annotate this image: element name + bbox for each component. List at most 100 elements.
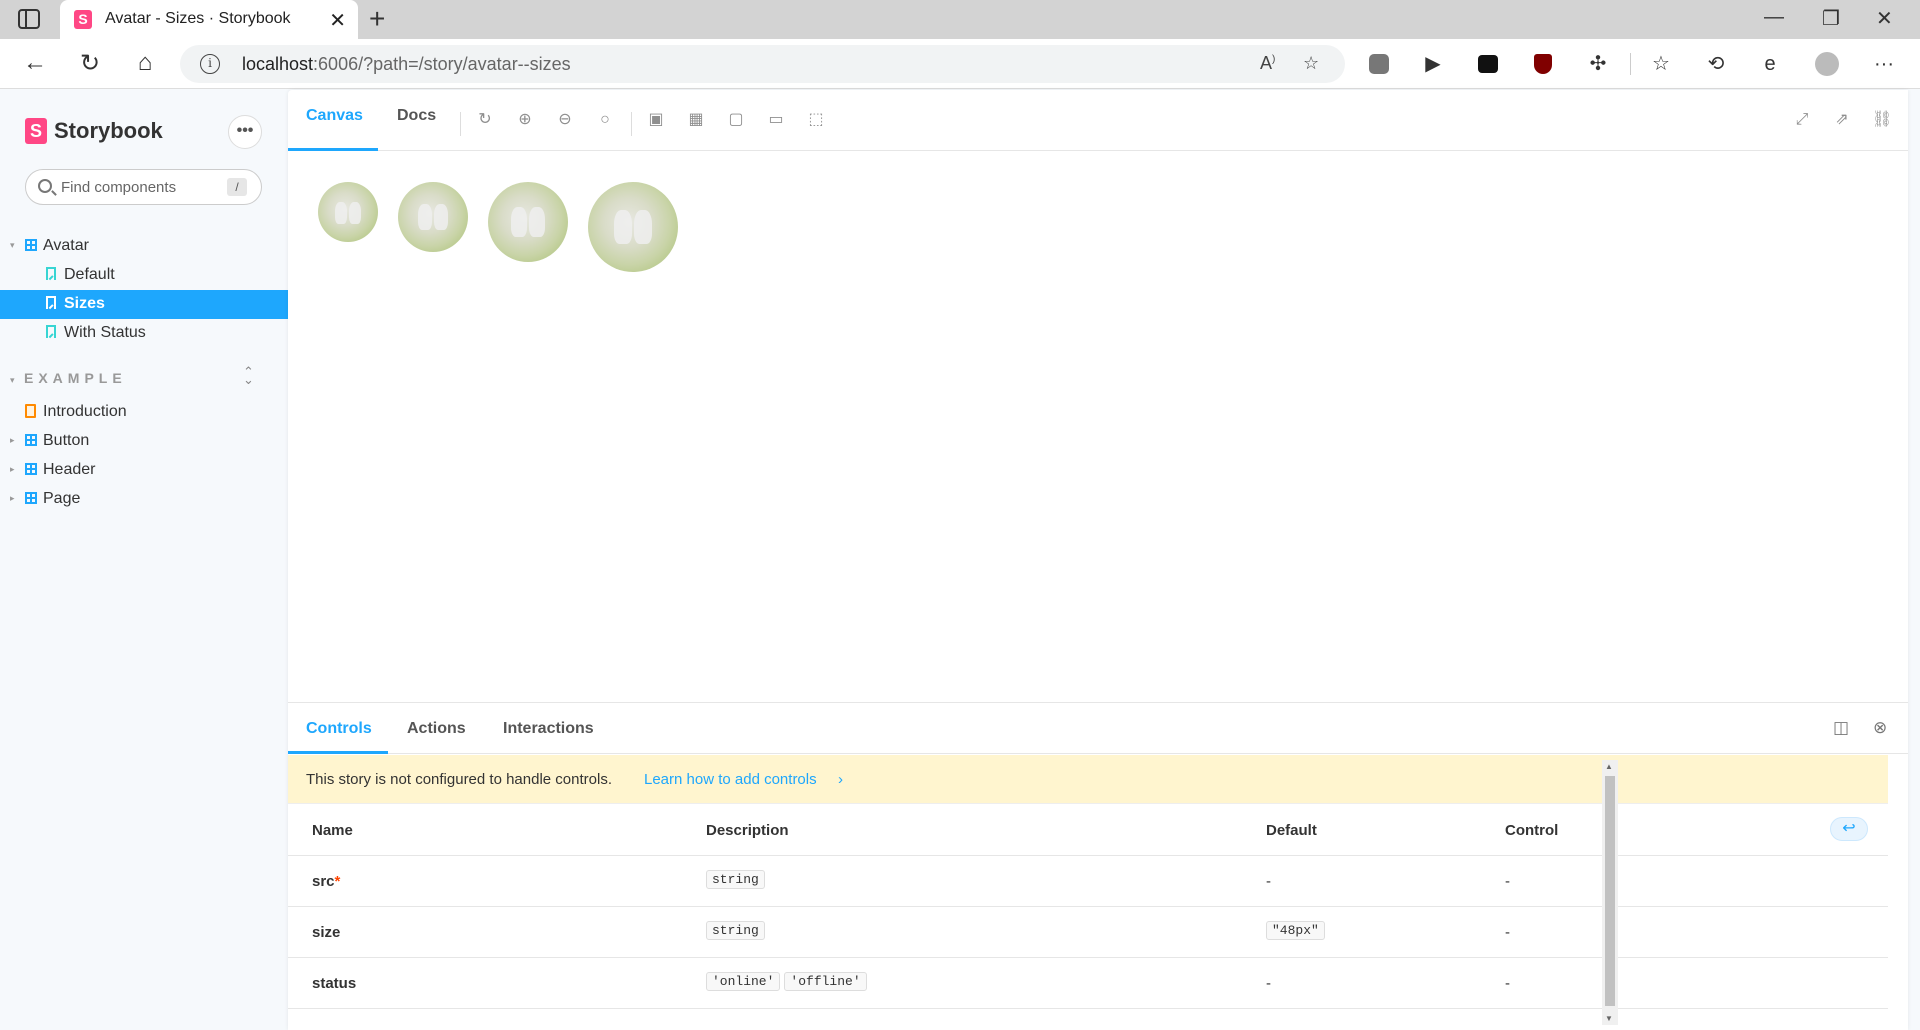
- internet-explorer-mode-icon[interactable]: e: [1757, 51, 1783, 77]
- reset-controls-button[interactable]: ↩: [1830, 817, 1868, 841]
- sidebar-item-header[interactable]: ▸ Header: [0, 456, 288, 485]
- collapsed-caret-icon: ▸: [10, 464, 15, 474]
- remount-icon[interactable]: ↻: [475, 110, 495, 130]
- extensions-puzzle-icon[interactable]: ✣: [1585, 51, 1611, 77]
- toolbar-divider: [1630, 53, 1631, 75]
- arg-default: -: [1266, 975, 1271, 992]
- tab-interactions[interactable]: Interactions: [503, 720, 594, 738]
- arg-name: status: [312, 975, 357, 992]
- browser-addressbar: ← ↻ ⌂ i localhost:6006/?path=/story/avat…: [0, 39, 1920, 89]
- sidebar-item-button[interactable]: ▸ Button: [0, 427, 288, 456]
- addons-tabbar: Controls Actions Interactions ◫ ⊗: [288, 703, 1908, 754]
- close-window-button[interactable]: ✕: [1876, 6, 1893, 31]
- more-menu-icon[interactable]: ···: [1871, 51, 1897, 77]
- search-placeholder: Find components: [61, 179, 177, 196]
- minimize-button[interactable]: —: [1764, 6, 1784, 29]
- tab-canvas[interactable]: Canvas: [306, 107, 363, 125]
- background-icon[interactable]: ▣: [646, 110, 666, 130]
- sidebar-item-avatar[interactable]: ▾ Avatar: [0, 232, 288, 261]
- zoom-out-icon[interactable]: ⊖: [555, 110, 575, 130]
- sidebar-item-label: Introduction: [43, 403, 127, 420]
- arg-default: -: [1266, 873, 1271, 890]
- grid-icon[interactable]: ▦: [686, 110, 706, 130]
- scroll-down-icon[interactable]: ▼: [1605, 1014, 1613, 1023]
- restore-button[interactable]: ❐: [1822, 6, 1840, 31]
- read-aloud-icon[interactable]: A): [1260, 53, 1275, 74]
- tab-actions[interactable]: Actions: [407, 720, 466, 738]
- storybook-brand[interactable]: Storybook: [54, 118, 163, 144]
- addons-panel: Controls Actions Interactions ◫ ⊗ This s…: [288, 702, 1908, 1030]
- bookmark-icon: [46, 296, 56, 309]
- browser-tab-active[interactable]: S Avatar - Sizes · Storybook ✕: [60, 0, 358, 39]
- extension-stop-icon[interactable]: [1366, 51, 1392, 77]
- url-text[interactable]: localhost:6006/?path=/story/avatar--size…: [242, 54, 571, 75]
- storybook-logo-icon[interactable]: S: [25, 118, 47, 144]
- arg-name: src*: [312, 873, 341, 890]
- tab-actions-icon[interactable]: [18, 9, 40, 29]
- arg-default: "48px": [1266, 921, 1329, 940]
- browser-tabbar: S Avatar - Sizes · Storybook ✕ + — ❐ ✕: [0, 0, 1920, 39]
- preview-toolbar: Canvas Docs ↻ ⊕ ⊖ ○ ▣ ▦ ▢ ▭ ⬚ ⤢ ⇗ ⛓: [288, 90, 1908, 151]
- arg-type: string: [706, 870, 769, 889]
- outline-icon[interactable]: ⬚: [806, 110, 826, 130]
- tab-docs[interactable]: Docs: [397, 107, 436, 125]
- profile-avatar[interactable]: [1814, 51, 1840, 77]
- sidebar-item-introduction[interactable]: Introduction: [0, 398, 288, 427]
- sidebar-item-page[interactable]: ▸ Page: [0, 485, 288, 514]
- table-row: src* string - -: [288, 856, 1888, 907]
- open-new-tab-icon[interactable]: ⇗: [1832, 110, 1852, 130]
- sidebar-item-label: Button: [43, 432, 90, 449]
- tab-controls[interactable]: Controls: [306, 720, 372, 738]
- ublock-icon[interactable]: [1530, 51, 1556, 77]
- expanded-caret-icon: ▾: [10, 240, 15, 250]
- scroll-up-icon[interactable]: ▲: [1605, 762, 1613, 771]
- extension-glasses-icon[interactable]: [1475, 51, 1501, 77]
- sidebar-menu-button[interactable]: •••: [228, 115, 262, 149]
- sidebar-item-label: Page: [43, 490, 81, 507]
- fullscreen-icon[interactable]: ⤢: [1792, 110, 1812, 130]
- zoom-in-icon[interactable]: ⊕: [515, 110, 535, 130]
- close-tab-icon[interactable]: ✕: [329, 8, 346, 33]
- search-shortcut-badge: /: [227, 178, 247, 196]
- arg-control: -: [1505, 975, 1510, 992]
- group-caret-icon[interactable]: ▾: [10, 375, 15, 386]
- sidebar-item-sizes[interactable]: Sizes: [0, 290, 288, 319]
- scrollbar-thumb[interactable]: [1605, 776, 1615, 1006]
- chevron-right-icon: ›: [838, 771, 843, 788]
- add-favorite-icon[interactable]: ☆: [1303, 53, 1319, 74]
- sidebar-item-label: Header: [43, 461, 96, 478]
- zoom-reset-icon[interactable]: ○: [595, 110, 615, 130]
- copy-link-icon[interactable]: ⛓: [1872, 110, 1892, 130]
- toolbar-divider: [631, 112, 632, 136]
- url-bar[interactable]: i localhost:6006/?path=/story/avatar--si…: [180, 45, 1345, 83]
- addons-scrollbar[interactable]: ▲ ▼: [1602, 760, 1618, 1025]
- new-tab-button[interactable]: +: [369, 3, 385, 35]
- sidebar-item-label: With Status: [64, 324, 146, 341]
- search-input[interactable]: Find components /: [25, 169, 262, 205]
- favorites-icon[interactable]: ☆: [1648, 51, 1674, 77]
- table-row: size string "48px" -: [288, 907, 1888, 958]
- extension-play-icon[interactable]: ▶: [1420, 51, 1446, 77]
- expand-all-icon[interactable]: ⌃ ⌄: [243, 365, 254, 386]
- panel-orientation-icon[interactable]: ◫: [1833, 718, 1849, 738]
- close-panel-icon[interactable]: ⊗: [1873, 718, 1887, 738]
- refresh-icon[interactable]: ↻: [75, 49, 105, 78]
- sidebar-item-default[interactable]: Default: [0, 261, 288, 290]
- site-info-icon[interactable]: i: [200, 54, 220, 74]
- table-header-row: Name Description Default Control ↩: [288, 805, 1888, 856]
- column-header-name: Name: [312, 822, 353, 839]
- column-header-control: Control: [1505, 822, 1559, 839]
- document-icon: [25, 404, 36, 418]
- learn-controls-link[interactable]: Learn how to add controls: [644, 771, 817, 788]
- group-title-example[interactable]: EXAMPLE: [24, 370, 127, 386]
- home-icon[interactable]: ⌂: [130, 49, 160, 77]
- history-icon[interactable]: ⟲: [1703, 51, 1729, 77]
- viewport-icon[interactable]: ▢: [726, 110, 746, 130]
- arg-name: size: [312, 924, 341, 941]
- back-arrow-icon[interactable]: ←: [20, 49, 50, 77]
- measure-icon[interactable]: ▭: [766, 110, 786, 130]
- story-canvas: [288, 152, 1908, 702]
- arg-type: string: [706, 921, 769, 940]
- component-icon: [25, 239, 37, 251]
- sidebar-item-with-status[interactable]: With Status: [0, 319, 288, 348]
